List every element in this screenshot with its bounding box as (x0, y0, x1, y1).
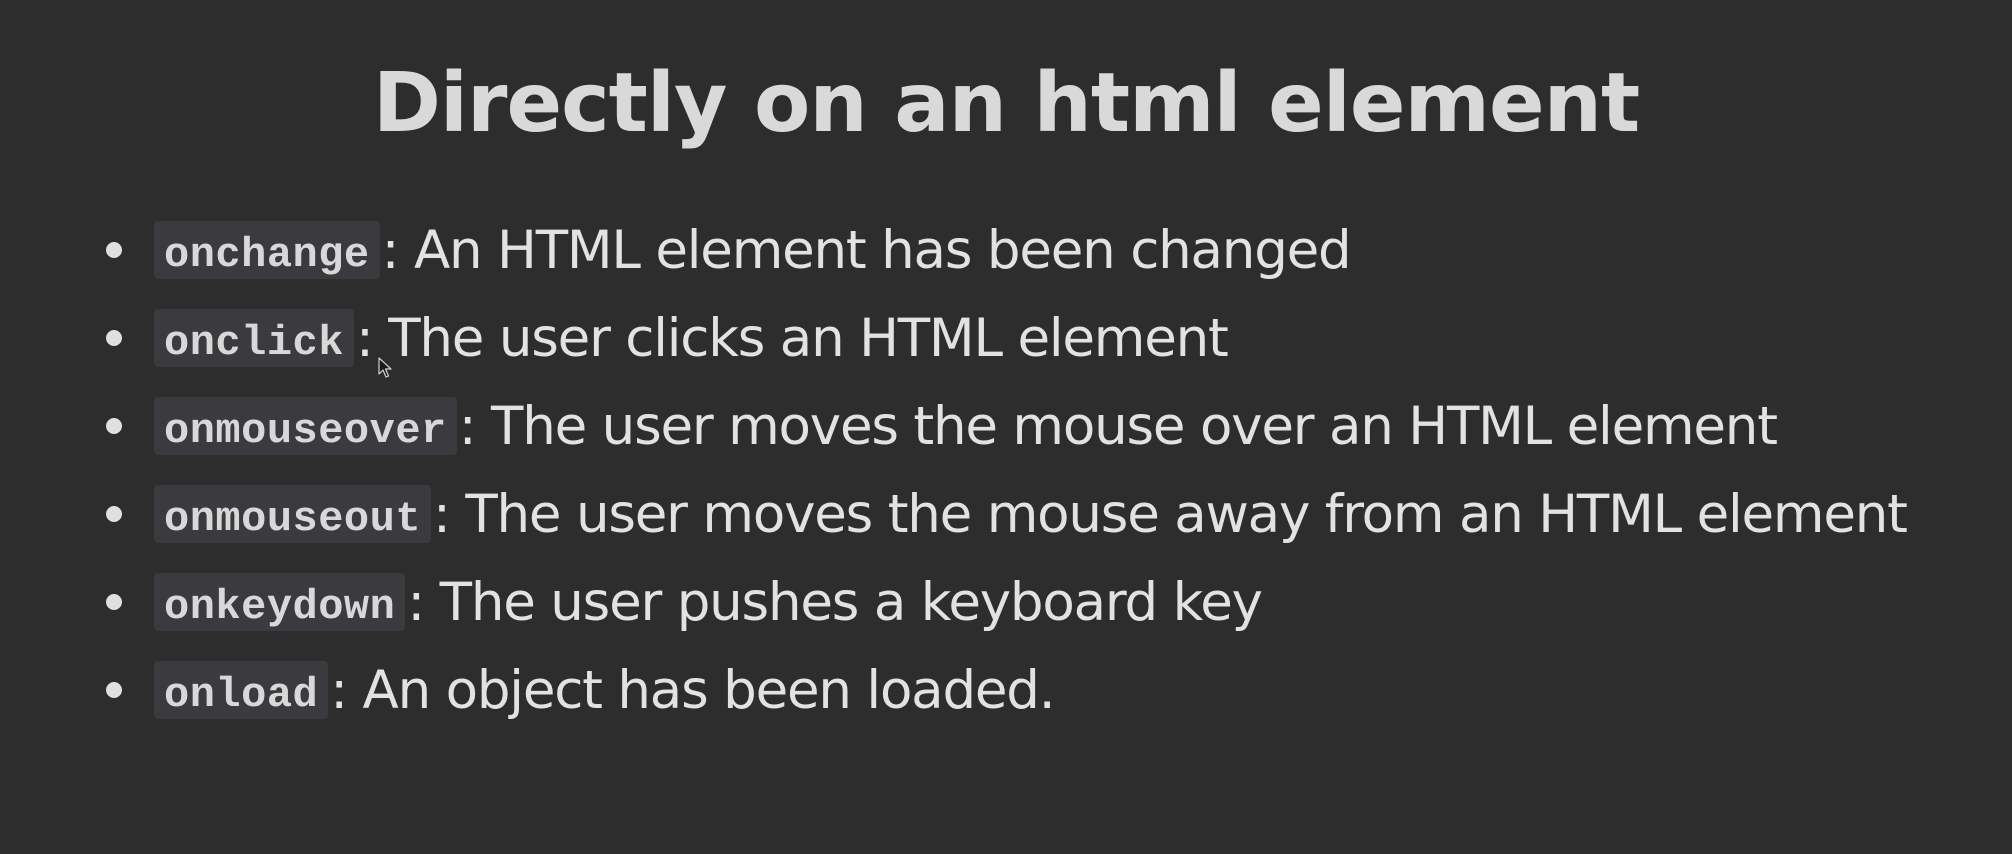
mouse-pointer-icon (378, 357, 392, 378)
event-description: : The user moves the mouse over an HTML … (458, 395, 1778, 457)
event-code: onmouseout (154, 485, 432, 543)
list-item-onclick: onclick : The user clicks an HTML elemen… (106, 294, 1907, 382)
bullet-icon (106, 506, 122, 522)
event-code: onclick (154, 309, 354, 367)
event-description: : The user moves the mouse away from an … (433, 483, 1908, 545)
bullet-icon (106, 242, 122, 258)
list-item-onmouseover: onmouseover : The user moves the mouse o… (106, 382, 1907, 470)
bullet-icon (106, 594, 122, 610)
list-item-onkeydown: onkeydown : The user pushes a keyboard k… (106, 558, 1907, 646)
event-description: : An HTML element has been changed (381, 219, 1352, 281)
event-description: : An object has been loaded. (330, 659, 1055, 721)
event-code: onload (154, 661, 329, 719)
event-list: onchange : An HTML element has been chan… (106, 206, 1908, 734)
event-code: onmouseover (154, 397, 457, 455)
list-item-onchange: onchange : An HTML element has been chan… (106, 206, 1907, 294)
list-item-onload: onload : An object has been loaded. (106, 646, 1907, 734)
event-description: : The user pushes a keyboard key (407, 571, 1263, 633)
bullet-icon (106, 682, 122, 698)
slide: Directly on an html element onchange : A… (0, 0, 2012, 854)
bullet-icon (106, 330, 122, 346)
list-item-onmouseout: onmouseout : The user moves the mouse aw… (106, 470, 1908, 558)
slide-title: Directly on an html element (372, 56, 1640, 151)
event-code: onkeydown (154, 573, 406, 631)
event-description: : The user clicks an HTML element (355, 307, 1229, 369)
event-code: onchange (154, 221, 380, 279)
bullet-icon (106, 418, 122, 434)
